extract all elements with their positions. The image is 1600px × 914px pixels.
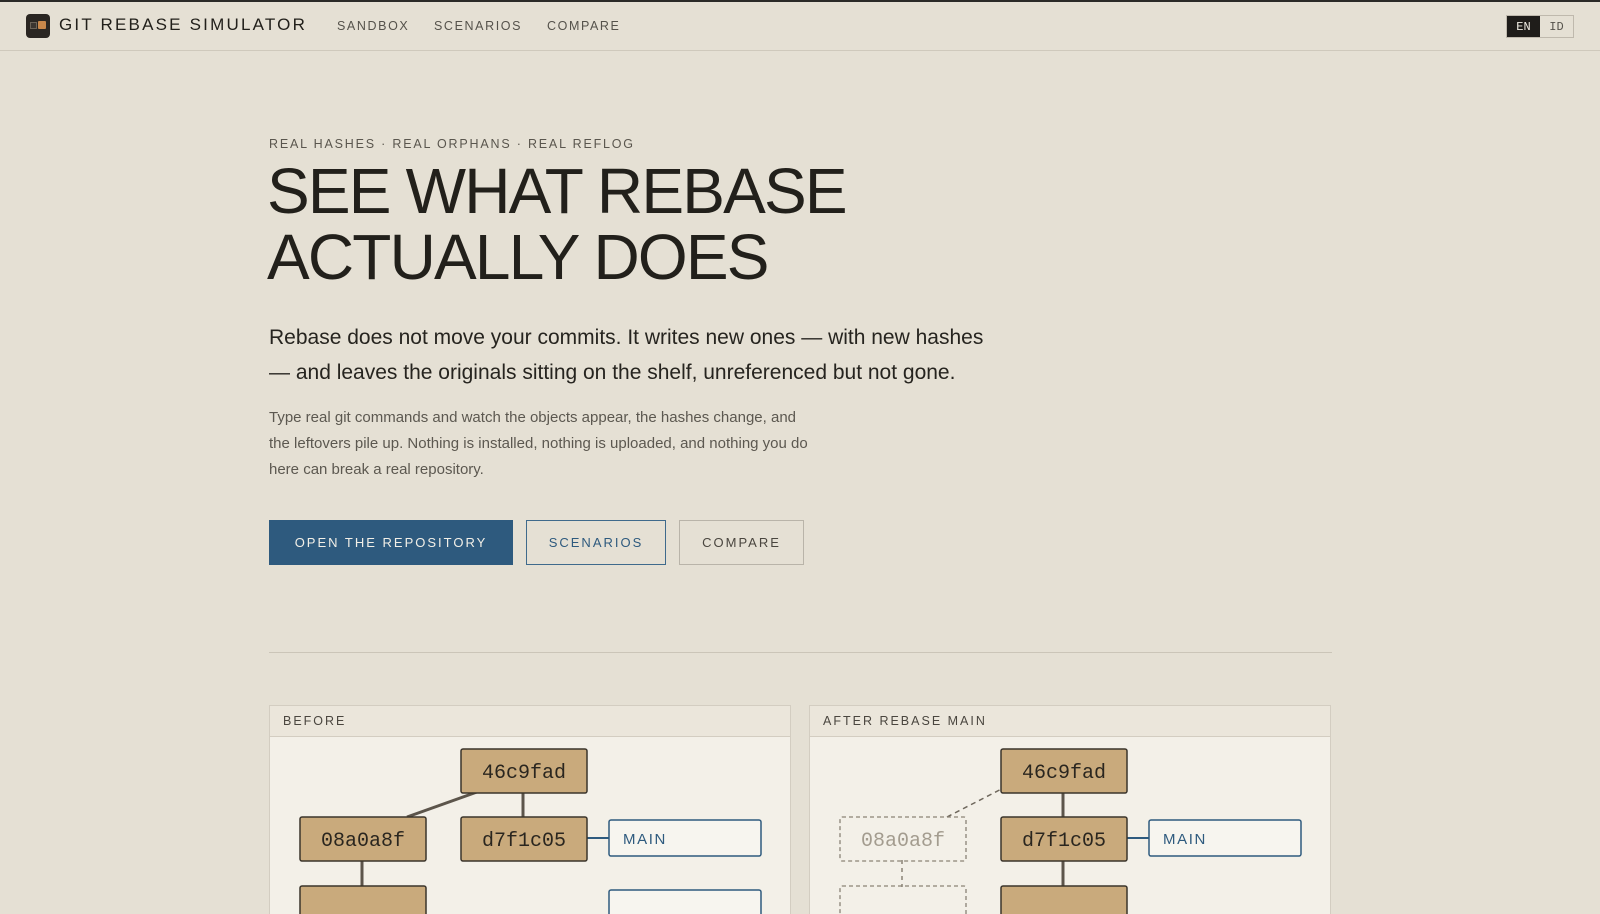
lang-id-button[interactable]: ID <box>1540 16 1573 37</box>
app-title[interactable]: GIT REBASE SIMULATOR <box>59 15 307 35</box>
before-panel: BEFORE 46c9fad 08a0a8f d7f1c05 MAIN <box>269 705 791 914</box>
branch-ref-main[interactable]: MAIN <box>608 819 762 857</box>
commit-node-partial[interactable] <box>1000 885 1128 914</box>
after-graph: 46c9fad 08a0a8f d7f1c05 MAIN <box>839 748 1302 914</box>
nav-compare[interactable]: COMPARE <box>547 19 620 33</box>
hero-title: SEE WHAT REBASE ACTUALLY DOES <box>267 158 967 290</box>
commit-node[interactable]: 46c9fad <box>1000 748 1128 794</box>
section-divider <box>269 652 1332 653</box>
branch-ref-main[interactable]: MAIN <box>1148 819 1302 857</box>
nav-sandbox[interactable]: SANDBOX <box>337 19 409 33</box>
commit-node[interactable]: 08a0a8f <box>299 816 427 862</box>
commit-hash: 08a0a8f <box>321 830 405 853</box>
after-panel: AFTER REBASE MAIN 46c9fad 08a0a8f d7f1c0… <box>809 705 1331 914</box>
nav-scenarios[interactable]: SCENARIOS <box>434 19 522 33</box>
before-graph: 46c9fad 08a0a8f d7f1c05 MAIN <box>299 748 762 914</box>
language-switch: EN ID <box>1506 15 1574 38</box>
edge-left-to-root <box>406 790 478 819</box>
orphan-commit-node[interactable]: 08a0a8f <box>839 816 967 862</box>
branch-ref-label: MAIN <box>1163 831 1207 848</box>
commit-node[interactable]: d7f1c05 <box>460 816 588 862</box>
orphan-commit-node-partial[interactable] <box>839 885 967 914</box>
open-repository-button[interactable]: OPEN THE REPOSITORY <box>269 520 513 565</box>
commit-node-partial[interactable] <box>299 885 427 914</box>
app-logo-icon[interactable] <box>26 14 50 38</box>
lang-en-button[interactable]: EN <box>1507 16 1540 37</box>
hero-eyebrow: REAL HASHES · REAL ORPHANS · REAL REFLOG <box>269 137 635 151</box>
commit-hash: 08a0a8f <box>861 830 945 853</box>
hero-lead: Rebase does not move your commits. It wr… <box>269 326 984 384</box>
hero-title-line-2: ACTUALLY DOES <box>267 221 769 293</box>
commit-node[interactable]: d7f1c05 <box>1000 816 1128 862</box>
after-panel-label: AFTER REBASE MAIN <box>810 706 1330 737</box>
commit-hash: 46c9fad <box>1022 762 1106 785</box>
branch-ref-label: MAIN <box>623 831 667 848</box>
branch-ref-partial[interactable] <box>608 889 762 914</box>
hero-description: Type real git commands and watch the obj… <box>269 409 808 478</box>
commit-hash: d7f1c05 <box>482 830 566 853</box>
scenarios-button[interactable]: SCENARIOS <box>526 520 666 565</box>
commit-hash: d7f1c05 <box>1022 830 1106 853</box>
top-bar: GIT REBASE SIMULATOR SANDBOX SCENARIOS C… <box>0 2 1600 51</box>
commit-hash: 46c9fad <box>482 762 566 785</box>
commit-node[interactable]: 46c9fad <box>460 748 588 794</box>
compare-button[interactable]: COMPARE <box>679 520 804 565</box>
hero-title-line-1: SEE WHAT REBASE <box>267 155 848 227</box>
before-panel-label: BEFORE <box>270 706 790 737</box>
